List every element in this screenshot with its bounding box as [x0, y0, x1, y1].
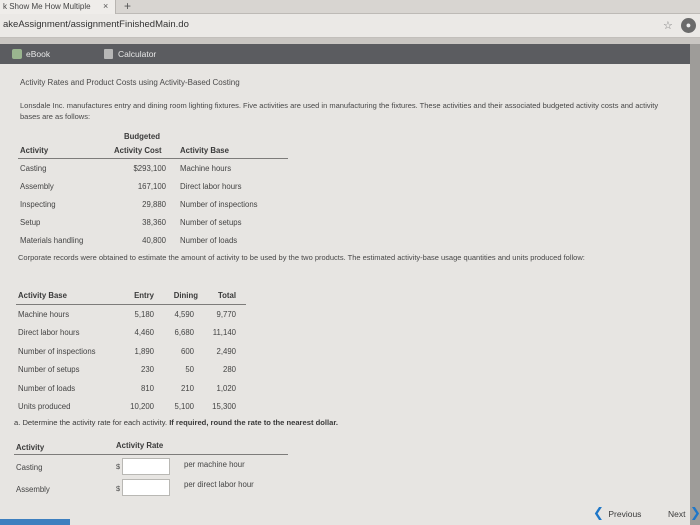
table-row-dining: 50 — [185, 365, 194, 374]
table-row-total: 15,300 — [212, 402, 236, 411]
table-row-total: 280 — [222, 365, 236, 374]
table-row-entry: 4,460 — [134, 328, 154, 337]
activity-header: Activity — [16, 443, 45, 452]
assembly-rate-input[interactable] — [122, 479, 170, 496]
browser-tab-bar: k Show Me How Multiple × + — [0, 0, 700, 14]
calculator-icon — [104, 49, 113, 59]
table-row-entry: 230 — [140, 365, 154, 374]
table-row-base: Number of loads — [18, 384, 76, 393]
activity-header: Activity — [20, 146, 49, 155]
table-row-activity: Inspecting — [20, 200, 56, 209]
problem-title: Activity Rates and Product Costs using A… — [20, 78, 240, 87]
ebook-label: eBook — [26, 49, 51, 59]
problem-page: Activity Rates and Product Costs using A… — [0, 64, 700, 525]
budgeted-header: Budgeted — [124, 132, 160, 141]
previous-button[interactable]: ❮ Previous — [593, 504, 641, 522]
page-edge — [690, 44, 700, 525]
profile-icon[interactable]: ● — [681, 18, 696, 33]
table-row-cost: 29,880 — [142, 200, 166, 209]
table-row-base: Units produced — [18, 402, 71, 411]
question-a-text: a. Determine the activity rate for each … — [14, 418, 168, 427]
table-row-base: Number of setups — [180, 218, 242, 227]
table-row-total: 11,140 — [212, 328, 236, 337]
activity-base-header: Activity Base — [180, 146, 229, 155]
table-row-cost: 38,360 — [142, 218, 166, 227]
total-header: Total — [217, 291, 236, 300]
table-row-entry: 1,890 — [134, 347, 154, 356]
content-toolbar: eBook Calculator — [0, 44, 690, 64]
table-row-dining: 210 — [180, 384, 194, 393]
bookmark-star-icon[interactable]: ☆ — [663, 19, 673, 32]
question-a-instruction: If required, round the rate to the neare… — [169, 418, 338, 427]
table-row-base: Number of setups — [18, 365, 80, 374]
casting-rate-input[interactable] — [122, 458, 170, 475]
table-rule — [16, 304, 246, 305]
table-row-base: Number of inspections — [180, 200, 258, 209]
new-tab-icon[interactable]: + — [124, 0, 131, 13]
problem-intro: Lonsdale Inc. manufactures entry and din… — [20, 101, 659, 121]
dollar-sign: $ — [116, 462, 121, 471]
table-row-cost: $293,100 — [133, 164, 166, 173]
table-row-base: Direct labor hours — [18, 328, 80, 337]
table-row-activity: Assembly — [16, 485, 50, 494]
table-row-dining: 6,680 — [174, 328, 194, 337]
table-row-dining: 5,100 — [174, 402, 194, 411]
next-label: Next — [668, 509, 686, 519]
previous-label: Previous — [608, 509, 642, 519]
corporate-records-text: Corporate records were obtained to estim… — [18, 253, 585, 262]
table-row-total: 1,020 — [216, 384, 236, 393]
activity-rate-header: Activity Rate — [116, 441, 164, 450]
browser-tab-title: k Show Me How Multiple — [3, 2, 91, 11]
table-row-activity: Casting — [20, 164, 47, 173]
ebook-button[interactable]: eBook — [6, 47, 72, 61]
ebook-icon — [12, 49, 22, 59]
dining-header: Dining — [173, 291, 198, 300]
rate-unit-label: per direct labor hour — [184, 480, 254, 489]
bottom-bar — [0, 519, 70, 525]
table-row-base: Machine hours — [180, 164, 232, 173]
calculator-button[interactable]: Calculator — [100, 47, 170, 61]
rate-unit-label: per machine hour — [184, 460, 245, 469]
table-row-entry: 810 — [140, 384, 154, 393]
table-row-activity: Setup — [20, 218, 41, 227]
table-row-total: 2,490 — [216, 347, 236, 356]
activity-cost-header: Activity Cost — [114, 146, 162, 155]
address-bar[interactable]: akeAssignment/assignmentFinishedMain.do … — [0, 14, 700, 38]
table-row-dining: 4,590 — [174, 310, 194, 319]
activity-base-header: Activity Base — [18, 291, 67, 300]
table-row-base: Number of loads — [180, 236, 238, 245]
table-row-activity: Assembly — [20, 182, 54, 191]
table-row-activity: Casting — [16, 463, 43, 472]
table-row-dining: 600 — [180, 347, 194, 356]
table-row-base: Machine hours — [18, 310, 70, 319]
table-rule — [18, 158, 288, 159]
dollar-sign: $ — [116, 484, 121, 493]
table-row-activity: Materials handling — [20, 236, 84, 245]
browser-tab[interactable]: k Show Me How Multiple × — [0, 0, 116, 14]
entry-header: Entry — [134, 291, 154, 300]
chevron-left-icon: ❮ — [593, 505, 604, 520]
url-text[interactable]: akeAssignment/assignmentFinishedMain.do — [3, 19, 189, 30]
chevron-right-icon: ❯ — [689, 505, 700, 520]
table-row-entry: 10,200 — [130, 402, 154, 411]
question-a: a. Determine the activity rate for each … — [14, 418, 338, 427]
close-icon[interactable]: × — [103, 0, 108, 13]
table-rule — [14, 454, 288, 455]
calculator-label: Calculator — [118, 49, 157, 59]
table-row-base: Number of inspections — [18, 347, 96, 356]
table-row-total: 9,770 — [216, 310, 236, 319]
table-row-cost: 167,100 — [137, 182, 166, 191]
next-button[interactable]: Next ❯ — [668, 504, 700, 522]
table-row-entry: 5,180 — [134, 310, 154, 319]
table-row-cost: 40,800 — [142, 236, 166, 245]
table-row-base: Direct labor hours — [180, 182, 242, 191]
